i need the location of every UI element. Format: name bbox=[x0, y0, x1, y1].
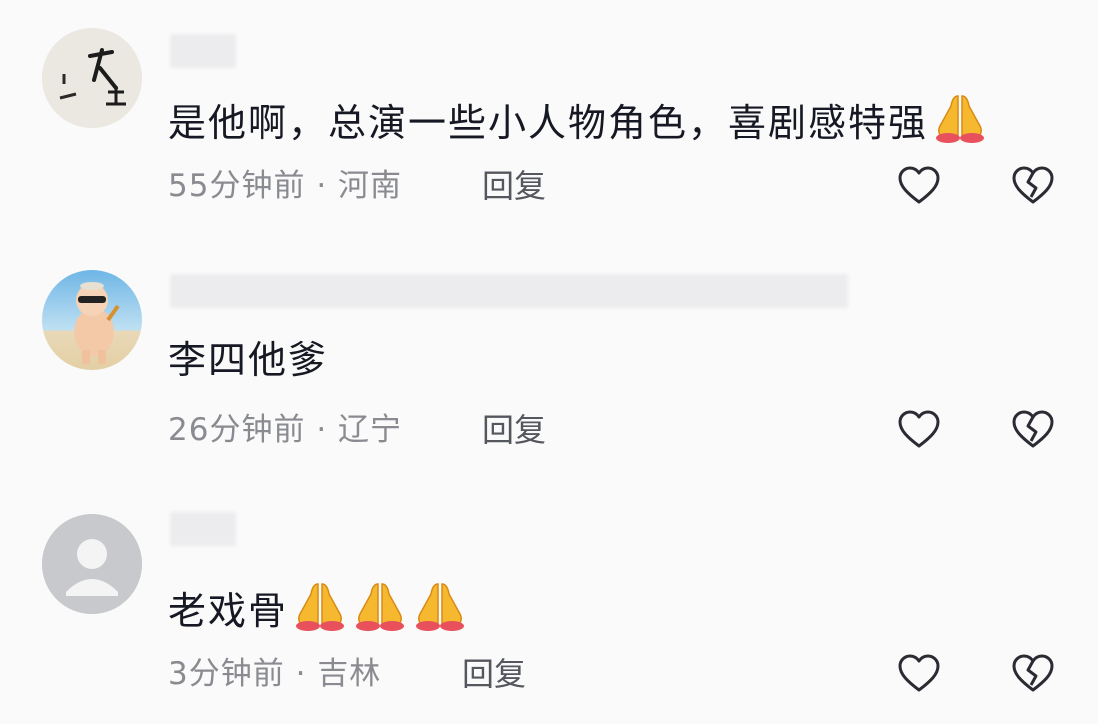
comment-time: 3分钟前 bbox=[168, 656, 285, 692]
comment-text: 李四他爹 bbox=[168, 336, 328, 384]
broken-heart-icon[interactable] bbox=[1011, 164, 1055, 208]
meta-separator: · bbox=[295, 656, 307, 692]
username-blurred[interactable] bbox=[170, 34, 236, 68]
heart-icon[interactable] bbox=[897, 408, 941, 452]
comment-text: 是他啊，总演一些小人物角色，喜剧感特强 bbox=[168, 92, 988, 147]
comment-meta: 26分钟前 · 辽宁 bbox=[168, 410, 402, 450]
avatar[interactable] bbox=[42, 514, 142, 614]
emoji-group bbox=[928, 95, 988, 145]
comment-item: 李四他爹 26分钟前 · 辽宁 回复 bbox=[0, 244, 1098, 484]
default-user-avatar-icon bbox=[42, 514, 142, 614]
meta-separator: · bbox=[316, 412, 328, 448]
comment-meta: 55分钟前 · 河南 bbox=[168, 166, 402, 206]
username-blurred[interactable] bbox=[170, 274, 848, 308]
folded-hands-emoji-icon bbox=[296, 583, 345, 631]
heart-icon[interactable] bbox=[897, 164, 941, 208]
broken-heart-icon[interactable] bbox=[1011, 408, 1055, 452]
folded-hands-emoji-icon bbox=[936, 95, 985, 143]
calligraphy-avatar-icon bbox=[42, 28, 142, 128]
avatar[interactable] bbox=[42, 270, 142, 370]
avatar[interactable] bbox=[42, 28, 142, 128]
comment-text: 老戏骨 bbox=[168, 580, 468, 635]
comment-location: 吉林 bbox=[317, 656, 382, 692]
username-blurred[interactable] bbox=[170, 512, 236, 546]
reply-button[interactable]: 回复 bbox=[462, 654, 526, 694]
comment-text-content: 老戏骨 bbox=[168, 589, 289, 633]
cartoon-character-avatar-icon bbox=[42, 270, 142, 370]
comment-location: 辽宁 bbox=[338, 412, 403, 448]
broken-heart-icon[interactable] bbox=[1011, 652, 1055, 696]
comment-time: 55分钟前 bbox=[168, 168, 306, 204]
heart-icon[interactable] bbox=[897, 652, 941, 696]
emoji-group bbox=[288, 583, 468, 633]
meta-separator: · bbox=[316, 168, 328, 204]
comment-location: 河南 bbox=[338, 168, 403, 204]
reply-button[interactable]: 回复 bbox=[482, 166, 546, 206]
folded-hands-emoji-icon bbox=[416, 583, 465, 631]
folded-hands-emoji-icon bbox=[356, 583, 405, 631]
comment-text-content: 李四他爹 bbox=[168, 338, 329, 382]
comment-time: 26分钟前 bbox=[168, 412, 306, 448]
comment-meta: 3分钟前 · 吉林 bbox=[168, 654, 381, 694]
reply-button[interactable]: 回复 bbox=[482, 410, 546, 450]
comment-item: 是他啊，总演一些小人物角色，喜剧感特强 55分钟前 · 河南 回复 bbox=[0, 0, 1098, 240]
comment-item: 老戏骨 3分钟前 · 吉林 回复 bbox=[0, 484, 1098, 724]
comment-text-content: 是他啊，总演一些小人物角色，喜剧感特强 bbox=[168, 101, 929, 145]
